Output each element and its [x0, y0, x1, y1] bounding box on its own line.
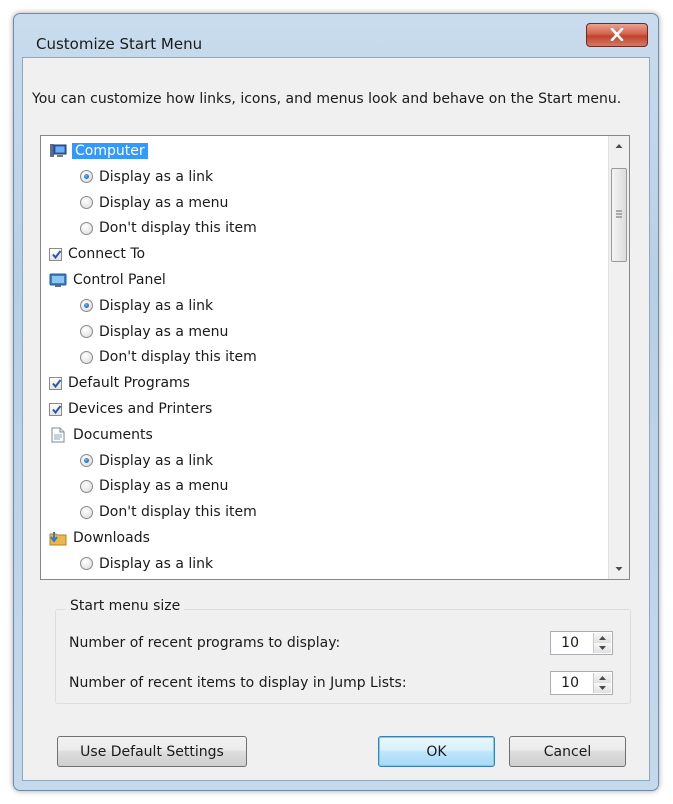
list-item-label: Connect To [68, 246, 146, 263]
stepper-buttons [593, 633, 611, 653]
decrement-button[interactable] [594, 683, 611, 693]
list-item-label: Display as a link [99, 452, 214, 469]
grip-icon [616, 210, 622, 218]
start-menu-options-list[interactable]: Computer Display as a link Display as a me… [40, 135, 630, 580]
radio-option[interactable]: Display as a link [80, 166, 213, 188]
radio-option[interactable]: Display as a menu [80, 475, 228, 497]
radio-button[interactable] [80, 196, 93, 210]
scroll-up-button[interactable] [609, 136, 629, 156]
vertical-scrollbar[interactable] [608, 136, 629, 579]
checkbox[interactable] [49, 247, 62, 261]
scroll-up-arrow-icon [615, 144, 623, 148]
radio-button[interactable] [80, 221, 93, 235]
radio-button[interactable] [80, 479, 93, 493]
list-item-label: Display as a link [99, 297, 214, 314]
down-arrow-icon [599, 646, 606, 650]
scroll-down-button[interactable] [609, 559, 629, 579]
ok-button[interactable]: OK [378, 736, 495, 767]
downloads-icon [49, 530, 67, 546]
list-item-label: Don't display this item [99, 349, 257, 366]
radio-option[interactable]: Display as a link [80, 295, 213, 317]
radio-button[interactable] [80, 505, 93, 519]
list-item-label: Control Panel [73, 272, 166, 288]
close-button[interactable] [586, 23, 648, 47]
list-item-header[interactable]: Downloads [49, 527, 150, 549]
radio-button[interactable] [80, 299, 93, 313]
checkbox-option[interactable]: Connect To [49, 243, 145, 265]
radio-option[interactable]: Display as a link [80, 553, 213, 575]
computer-icon [49, 143, 67, 159]
radio-button[interactable] [80, 454, 93, 468]
radio-option[interactable]: Display as a link [80, 450, 213, 472]
list-item-label: Display as a link [99, 168, 214, 185]
radio-button[interactable] [80, 350, 93, 364]
jump-list-items-stepper[interactable]: 10 [550, 671, 613, 695]
list-item-label: Documents [73, 426, 153, 443]
radio-option[interactable]: Display as a menu [80, 192, 228, 214]
list-item-label: Don't display this item [99, 220, 257, 237]
down-arrow-icon [599, 686, 606, 690]
scroll-thumb[interactable] [611, 168, 627, 262]
use-default-settings-button[interactable]: Use Default Settings [57, 736, 247, 767]
radio-option[interactable]: Don't display this item [80, 501, 257, 523]
list-item-label: Devices and Printers [68, 401, 213, 417]
list-item-header[interactable]: Computer [49, 140, 148, 162]
list-item-label: Display as a link [99, 555, 214, 572]
stepper-buttons [593, 673, 611, 693]
list-item-label: Display as a menu [99, 478, 229, 495]
cancel-button[interactable]: Cancel [509, 736, 626, 767]
radio-button[interactable] [80, 557, 93, 571]
list-item-label: Don't display this item [99, 504, 257, 521]
recent-programs-stepper[interactable]: 10 [550, 631, 613, 655]
list-item-header[interactable]: Control Panel [49, 269, 166, 291]
checkbox[interactable] [49, 402, 62, 416]
list-item-label: Downloads [73, 530, 150, 546]
checkbox[interactable] [49, 376, 62, 390]
radio-option[interactable]: Don't display this item [80, 217, 257, 239]
jump-list-items-label: Number of recent items to display in Jum… [69, 675, 407, 691]
decrement-button[interactable] [594, 643, 611, 653]
up-arrow-icon [599, 636, 606, 640]
recent-programs-value[interactable]: 10 [555, 635, 579, 651]
radio-button[interactable] [80, 170, 93, 184]
list-item-header[interactable]: Documents [49, 424, 153, 446]
control-panel-icon [49, 272, 67, 288]
recent-programs-label: Number of recent programs to display: [69, 635, 341, 651]
list-item-label: Display as a menu [99, 323, 229, 340]
radio-option[interactable]: Don't display this item [80, 346, 257, 368]
documents-icon [49, 427, 67, 443]
checkbox-option[interactable]: Default Programs [49, 372, 190, 394]
radio-button[interactable] [80, 325, 93, 339]
window-title: Customize Start Menu [36, 35, 203, 53]
close-icon [610, 28, 624, 41]
up-arrow-icon [599, 676, 606, 680]
list-item-label: Display as a menu [99, 194, 229, 211]
list-item-label: Computer [72, 143, 148, 159]
start-menu-size-legend: Start menu size [66, 598, 185, 614]
radio-option[interactable]: Display as a menu [80, 321, 228, 343]
jump-list-items-value[interactable]: 10 [555, 675, 579, 691]
dialog-description: You can customize how links, icons, and … [32, 91, 622, 107]
scroll-down-arrow-icon [615, 567, 623, 571]
list-item-label: Default Programs [68, 375, 190, 392]
checkbox-option[interactable]: Devices and Printers [49, 398, 212, 420]
